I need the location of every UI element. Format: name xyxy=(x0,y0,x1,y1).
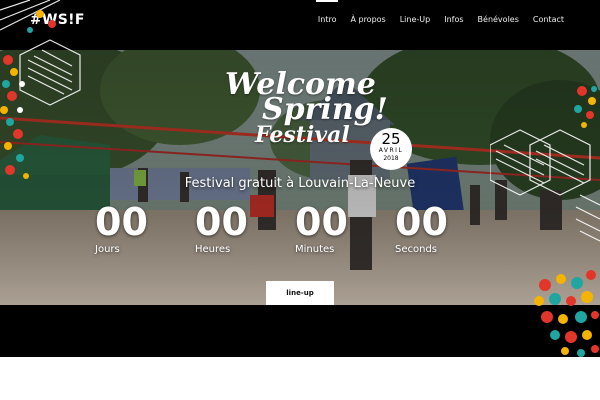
site-logo[interactable]: #WS!F xyxy=(30,12,85,28)
date-month: AVRIL xyxy=(378,147,404,154)
nav-a-propos[interactable]: À propos xyxy=(350,15,385,24)
countdown-hours-value: 00 xyxy=(195,200,248,244)
countdown: 00 Jours 00 Heures 00 Minutes 00 Seconds xyxy=(0,202,600,262)
countdown-hours: 00 Heures xyxy=(195,202,248,256)
countdown-days-value: 00 xyxy=(95,200,148,244)
nav-infos[interactable]: Infos xyxy=(444,15,463,24)
date-badge: 25 AVRIL 2018 xyxy=(370,128,412,170)
nav-line-up[interactable]: Line-Up xyxy=(400,15,431,24)
date-day: 25 xyxy=(381,130,401,148)
hero-subtitle: Festival gratuit à Louvain-La-Neuve xyxy=(184,176,416,191)
festival-logo-festival: Festival xyxy=(255,122,350,148)
main-nav: Intro À propos Line-Up Infos Bénévoles C… xyxy=(304,0,564,24)
hero-bottom-band xyxy=(0,305,600,357)
nav-intro[interactable]: Intro xyxy=(315,0,339,24)
festival-logo-spring: Spring! xyxy=(262,92,388,127)
countdown-seconds: 00 Seconds xyxy=(395,202,448,256)
countdown-days-label: Jours xyxy=(95,244,120,255)
countdown-seconds-label: Seconds xyxy=(395,244,438,255)
nav-benevoles[interactable]: Bénévoles xyxy=(478,15,519,24)
countdown-seconds-value: 00 xyxy=(395,200,448,244)
top-nav-bar: #WS!F Intro À propos Line-Up Infos Bénév… xyxy=(0,0,600,50)
countdown-minutes-value: 00 xyxy=(295,200,348,244)
date-year: 2018 xyxy=(383,155,399,162)
countdown-days: 00 Jours xyxy=(95,202,148,256)
countdown-hours-label: Heures xyxy=(195,244,231,255)
nav-contact[interactable]: Contact xyxy=(533,15,564,24)
countdown-minutes: 00 Minutes xyxy=(295,202,348,256)
countdown-minutes-label: Minutes xyxy=(295,244,335,255)
line-up-button[interactable]: line-up xyxy=(266,281,334,305)
